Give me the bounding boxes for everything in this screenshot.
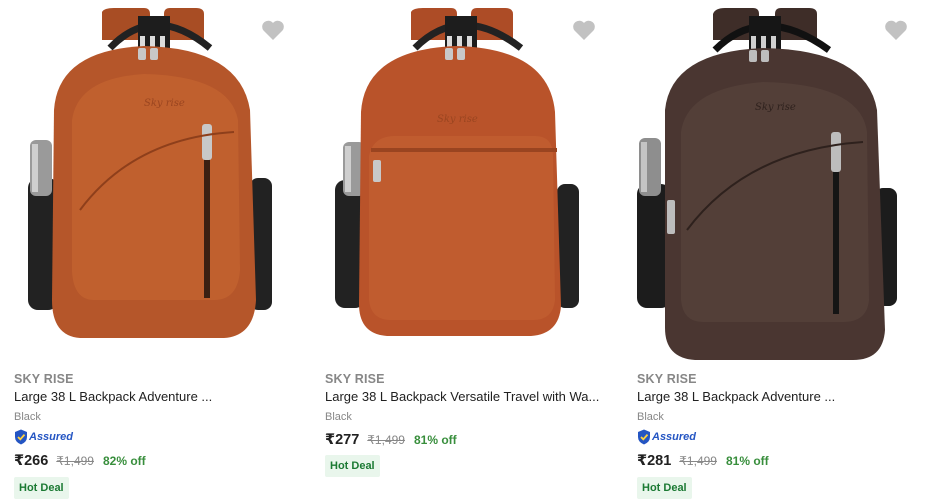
assured-badge: Assured xyxy=(14,429,73,445)
selling-price: ₹266 xyxy=(14,453,49,469)
discount-percent: 81% off xyxy=(413,433,457,447)
product-card[interactable]: Sky rise SKY RISE Large 38 L Backpack Ad… xyxy=(637,0,935,499)
wishlist-heart-icon[interactable] xyxy=(571,18,597,42)
svg-text:Sky rise: Sky rise xyxy=(755,102,796,113)
assured-label: Assured xyxy=(652,431,697,443)
svg-text:Sky rise: Sky rise xyxy=(437,114,478,125)
product-color: Black xyxy=(14,411,41,423)
wishlist-heart-icon[interactable] xyxy=(260,18,286,42)
product-image[interactable]: Sky rise xyxy=(325,0,595,362)
product-image[interactable]: Sky rise xyxy=(637,0,907,362)
assured-badge-icon xyxy=(638,429,650,445)
hot-deal-badge: Hot Deal xyxy=(637,477,692,499)
product-title[interactable]: Large 38 L Backpack Adventure ... xyxy=(637,389,835,404)
product-grid: Sky rise SKY RISE Large 38 L Backpack Ad… xyxy=(0,0,935,499)
product-card[interactable]: Sky rise SKY RISE Large 38 L Backpack Ve… xyxy=(325,0,625,494)
product-brand: SKY RISE xyxy=(325,372,385,386)
original-price: ₹1,499 xyxy=(367,433,405,447)
assured-label: Assured xyxy=(29,431,74,443)
hot-deal-badge: Hot Deal xyxy=(325,455,380,477)
svg-text:Sky rise: Sky rise xyxy=(144,98,185,109)
selling-price: ₹277 xyxy=(325,432,360,448)
wishlist-heart-icon[interactable] xyxy=(883,18,909,42)
price-row: ₹266 ₹1,499 82% off xyxy=(14,453,146,469)
hot-deal-badge: Hot Deal xyxy=(14,477,69,499)
product-image[interactable]: Sky rise xyxy=(14,0,284,362)
original-price: ₹1,499 xyxy=(56,454,94,468)
selling-price: ₹281 xyxy=(637,453,672,469)
product-color: Black xyxy=(325,411,352,423)
assured-badge: Assured xyxy=(637,429,696,445)
discount-percent: 82% off xyxy=(102,454,146,468)
assured-badge-icon xyxy=(15,429,27,445)
price-row: ₹281 ₹1,499 81% off xyxy=(637,453,769,469)
product-title[interactable]: Large 38 L Backpack Adventure ... xyxy=(14,389,212,404)
product-title[interactable]: Large 38 L Backpack Versatile Travel wit… xyxy=(325,389,599,404)
product-brand: SKY RISE xyxy=(637,372,697,386)
product-color: Black xyxy=(637,411,664,423)
product-brand: SKY RISE xyxy=(14,372,74,386)
price-row: ₹277 ₹1,499 81% off xyxy=(325,432,457,448)
original-price: ₹1,499 xyxy=(679,454,717,468)
product-card[interactable]: Sky rise SKY RISE Large 38 L Backpack Ad… xyxy=(14,0,314,499)
discount-percent: 81% off xyxy=(725,454,769,468)
